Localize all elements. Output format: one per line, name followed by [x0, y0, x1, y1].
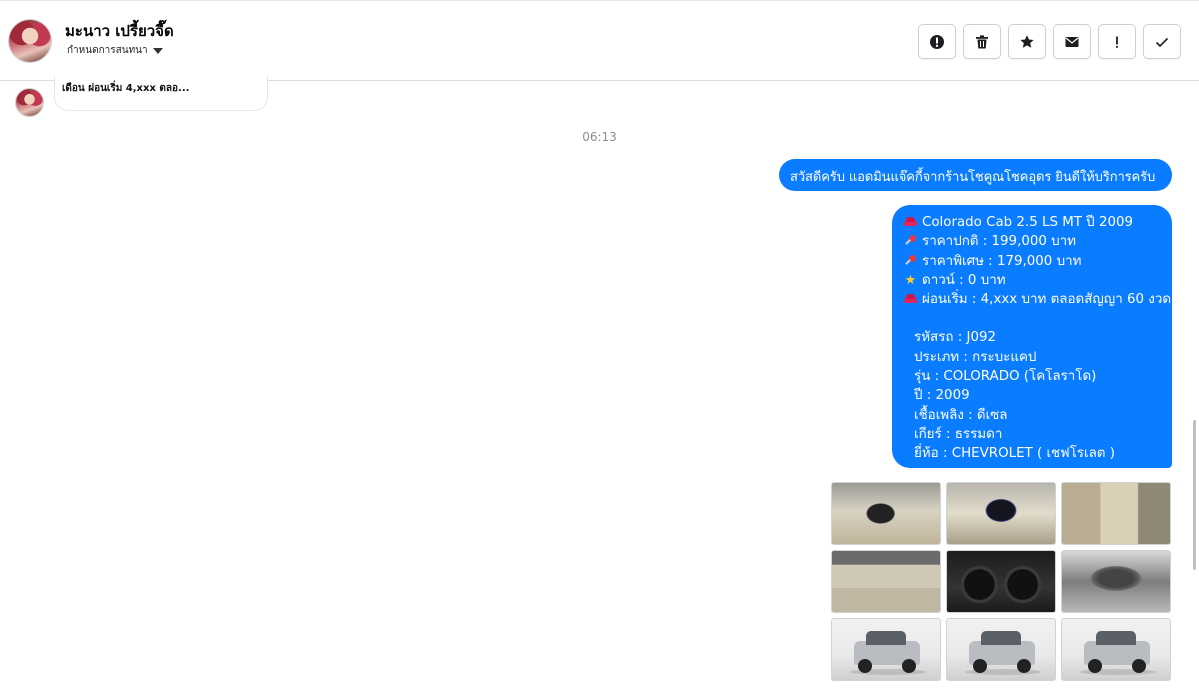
star-button[interactable] — [1008, 24, 1046, 59]
car-details-message-bubble[interactable]: Colorado Cab 2.5 LS MT ปี 2009 ราคาปกติ … — [892, 205, 1172, 468]
star-emoji-icon: ★ — [904, 273, 917, 289]
car-photo-side[interactable] — [1061, 618, 1171, 681]
chat-scrollbar[interactable] — [1193, 420, 1196, 570]
car-photo-engine[interactable] — [1061, 550, 1171, 613]
caret-down-icon — [152, 48, 163, 54]
car-photo-steering-wheel[interactable] — [946, 482, 1056, 545]
car-fuel: เชื้อเพลิง : ดีเซล — [914, 407, 1008, 423]
car-emoji-icon — [903, 293, 918, 306]
car-photo-front-center[interactable] — [946, 618, 1056, 681]
conversation-toolbar — [918, 24, 1181, 59]
sender-avatar[interactable] — [15, 88, 44, 117]
car-photo-dashboard-gauges[interactable] — [946, 550, 1056, 613]
mark-unread-button[interactable] — [1053, 24, 1091, 59]
conversation-label-dropdown[interactable]: กำหนดการสนทนา — [67, 43, 163, 58]
car-title: Colorado Cab 2.5 LS MT ปี 2009 — [922, 215, 1134, 230]
down-payment: ดาวน์ : 0 บาท — [922, 272, 1006, 288]
car-type: ประเภท : กระบะแคป — [914, 349, 1037, 365]
check-icon — [1155, 37, 1169, 47]
greeting-message-bubble[interactable]: สวัสดีครับ แอดมินแจ๊คกี้จากร้านโชคูณโชคอ… — [779, 159, 1172, 191]
previous-message-text: เดือน ผ่อนเริ่ม 4,xxx ตลอ... — [62, 83, 190, 94]
done-button[interactable] — [1143, 24, 1181, 59]
contact-avatar[interactable] — [8, 19, 52, 63]
pushpin-emoji-icon — [903, 254, 918, 268]
regular-price: ราคาปกติ : 199,000 บาท — [922, 234, 1076, 250]
car-photo-gallery — [831, 482, 1172, 682]
report-button[interactable] — [918, 24, 956, 59]
exclamation-icon — [1116, 36, 1118, 48]
car-model: รุ่น : COLORADO (โคโลราโด) — [914, 369, 1097, 385]
envelope-icon — [1065, 36, 1079, 47]
alert-circle-icon — [930, 34, 944, 49]
conversation-header: มะนาว เปรี้ยวจี๊ด กำหนดการสนทนา — [0, 0, 1199, 81]
car-emoji-icon — [903, 216, 918, 229]
important-button[interactable] — [1098, 24, 1136, 59]
trash-icon — [976, 34, 988, 48]
car-photo-interior[interactable] — [831, 482, 941, 545]
car-photo-front[interactable] — [831, 618, 941, 681]
pushpin-emoji-icon — [903, 235, 918, 248]
car-code: รหัสรถ : J092 — [914, 330, 997, 346]
delete-button[interactable] — [963, 24, 1001, 59]
car-photo-rear-seat[interactable] — [831, 550, 941, 613]
car-brand: ยี่ห้อ : CHEVROLET ( เชฟโรเลต ) — [914, 446, 1115, 462]
car-photo-seats[interactable] — [1061, 482, 1171, 545]
previous-message-bubble[interactable]: เดือน ผ่อนเริ่ม 4,xxx ตลอ... — [54, 76, 268, 111]
star-icon — [1020, 34, 1034, 48]
car-year: ปี : 2009 — [914, 388, 970, 404]
special-price: ราคาพิเศษ : 179,000 บาท — [922, 253, 1082, 269]
message-timestamp: 06:13 — [582, 130, 617, 144]
conversation-label: กำหนดการสนทนา — [67, 45, 148, 56]
contact-name[interactable]: มะนาว เปรี้ยวจี๊ด — [65, 19, 174, 43]
installment: ผ่อนเริ่ม : 4,xxx บาท ตลอดสัญญา 60 งวด — [922, 292, 1172, 308]
car-gear: เกียร์ : ธรรมดา — [914, 426, 1003, 442]
